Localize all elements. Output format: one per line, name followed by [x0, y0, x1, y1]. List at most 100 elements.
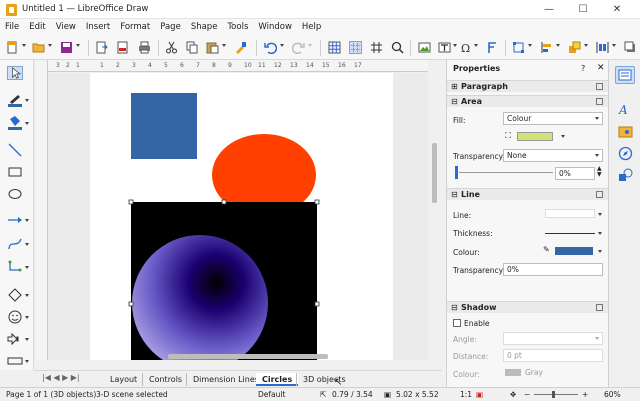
- vertical-scrollbar[interactable]: [428, 73, 442, 360]
- distribute-icon[interactable]: [596, 41, 609, 54]
- transparency-slider-handle[interactable]: [455, 166, 458, 179]
- fill-color-dropdown-arrow[interactable]: [561, 135, 565, 138]
- menu-help[interactable]: Help: [297, 19, 326, 36]
- redo-dropdown-arrow[interactable]: [308, 44, 312, 47]
- fill-color-dropdown-arrow[interactable]: [25, 122, 29, 125]
- tab-3d-objects[interactable]: 3D objects: [296, 373, 352, 386]
- arrange-dropdown-arrow[interactable]: [584, 44, 588, 47]
- spin-buttons-icon[interactable]: ▲ ▼: [597, 166, 602, 178]
- more-options-icon[interactable]: [596, 304, 603, 311]
- transparency-slider-track[interactable]: [459, 172, 553, 173]
- tab-circles[interactable]: Circles: [256, 373, 299, 386]
- undo-dropdown-arrow[interactable]: [280, 44, 284, 47]
- section-paragraph[interactable]: ⊞ Paragraph: [447, 80, 608, 92]
- fill-color-swatch[interactable]: [517, 132, 553, 141]
- status-zoom[interactable]: 60%: [604, 389, 621, 401]
- shadow-distance-field[interactable]: 0 pt: [503, 349, 603, 362]
- tab-controls[interactable]: Controls: [142, 373, 188, 386]
- first-tab-nav-icon[interactable]: |◀ ◀ ▶ ▶|: [42, 373, 80, 382]
- more-options-icon[interactable]: [596, 191, 603, 198]
- cut-icon[interactable]: [165, 41, 178, 54]
- zoom-slider-handle[interactable]: [552, 391, 555, 398]
- grid-icon[interactable]: [328, 41, 341, 54]
- line-style-dropdown-arrow[interactable]: [598, 213, 602, 216]
- section-shadow[interactable]: ⊟ Shadow: [447, 301, 608, 313]
- shadow-colour-swatch[interactable]: [505, 369, 521, 376]
- menu-window[interactable]: Window: [253, 19, 297, 36]
- tab-layout[interactable]: Layout: [104, 373, 143, 386]
- thickness-preview[interactable]: [545, 233, 595, 234]
- open-dropdown-arrow[interactable]: [48, 44, 52, 47]
- more-options-icon[interactable]: [596, 98, 603, 105]
- zoom-icon[interactable]: [391, 41, 404, 54]
- transformations-dropdown-arrow[interactable]: [528, 44, 532, 47]
- menu-page[interactable]: Page: [155, 19, 186, 36]
- minimize-button[interactable]: —: [536, 2, 562, 17]
- enable-shadow-checkbox[interactable]: [453, 319, 461, 327]
- clone-formatting-icon[interactable]: [234, 41, 247, 54]
- menu-format[interactable]: Format: [115, 19, 155, 36]
- deck-properties-button[interactable]: [615, 66, 635, 84]
- menu-insert[interactable]: Insert: [81, 19, 115, 36]
- line-colour-swatch[interactable]: [555, 247, 593, 255]
- close-button[interactable]: ✕: [604, 2, 630, 17]
- curve-dropdown-arrow[interactable]: [25, 243, 29, 246]
- menu-edit[interactable]: Edit: [24, 19, 50, 36]
- shadow-icon[interactable]: [624, 41, 637, 54]
- vertical-scrollbar-thumb[interactable]: [432, 143, 437, 203]
- arrange-icon[interactable]: [568, 41, 581, 54]
- fill-type-select[interactable]: Colour: [503, 112, 603, 125]
- zoom-slider[interactable]: [534, 394, 578, 395]
- transparency-percent-field[interactable]: 0%: [555, 167, 595, 180]
- save-icon[interactable]: [60, 41, 73, 54]
- open-folder-icon[interactable]: [32, 41, 45, 54]
- redo-icon[interactable]: [292, 41, 305, 54]
- gallery-icon[interactable]: [618, 124, 633, 139]
- styles-icon[interactable]: A: [618, 102, 633, 117]
- shapes-icon[interactable]: [618, 168, 633, 183]
- navigator-icon[interactable]: [618, 146, 633, 161]
- shadow-angle-select[interactable]: [503, 332, 603, 345]
- flowchart-icon[interactable]: [7, 354, 23, 368]
- line-style-preview[interactable]: [545, 209, 595, 218]
- drawing-page[interactable]: [90, 73, 393, 360]
- insert-image-icon[interactable]: [418, 41, 431, 54]
- zoom-out-icon[interactable]: −: [524, 389, 530, 401]
- save-dropdown-arrow[interactable]: [76, 44, 80, 47]
- export-icon[interactable]: [95, 41, 108, 54]
- connector-tool-icon[interactable]: [7, 260, 23, 274]
- line-transparency-field[interactable]: 0%: [503, 263, 603, 276]
- menu-tools[interactable]: Tools: [222, 19, 253, 36]
- section-line[interactable]: ⊟ Line: [447, 188, 608, 200]
- zoom-in-icon[interactable]: +: [582, 389, 588, 401]
- fontwork-icon[interactable]: [486, 41, 499, 54]
- sidebar-help-icon[interactable]: ?: [581, 64, 585, 73]
- textbox-dropdown-arrow[interactable]: [453, 44, 457, 47]
- basic-shapes-dropdown-arrow[interactable]: [25, 294, 29, 297]
- select-arrow-icon[interactable]: [7, 66, 23, 80]
- paste-dropdown-arrow[interactable]: [222, 44, 226, 47]
- special-character-dropdown-arrow[interactable]: [474, 44, 478, 47]
- fill-color-icon[interactable]: [7, 116, 23, 130]
- helplines-icon[interactable]: [349, 41, 362, 54]
- section-area[interactable]: ⊟ Area: [447, 95, 608, 107]
- undo-icon[interactable]: [264, 41, 277, 54]
- align-dropdown-arrow[interactable]: [556, 44, 560, 47]
- ellipse-tool-icon[interactable]: [7, 187, 23, 201]
- drawing-workspace[interactable]: [48, 73, 428, 360]
- line-color-icon[interactable]: [7, 93, 23, 107]
- menu-view[interactable]: View: [51, 19, 81, 36]
- block-arrows-icon[interactable]: [7, 332, 23, 346]
- snap-guides-icon[interactable]: [370, 41, 383, 54]
- print-icon[interactable]: [138, 41, 151, 54]
- new-document-icon[interactable]: [6, 41, 19, 54]
- thickness-dropdown-arrow[interactable]: [598, 232, 602, 235]
- document-modified-icon[interactable]: ▣: [476, 389, 483, 401]
- rectangle-tool-icon[interactable]: [7, 165, 23, 179]
- new-dropdown-arrow[interactable]: [22, 44, 26, 47]
- line-tool-icon[interactable]: [7, 143, 23, 157]
- curve-tool-icon[interactable]: [7, 237, 23, 251]
- symbol-shapes-dropdown-arrow[interactable]: [25, 316, 29, 319]
- sidebar-close-icon[interactable]: ✕: [597, 63, 605, 73]
- blue-square-shape[interactable]: [131, 93, 197, 159]
